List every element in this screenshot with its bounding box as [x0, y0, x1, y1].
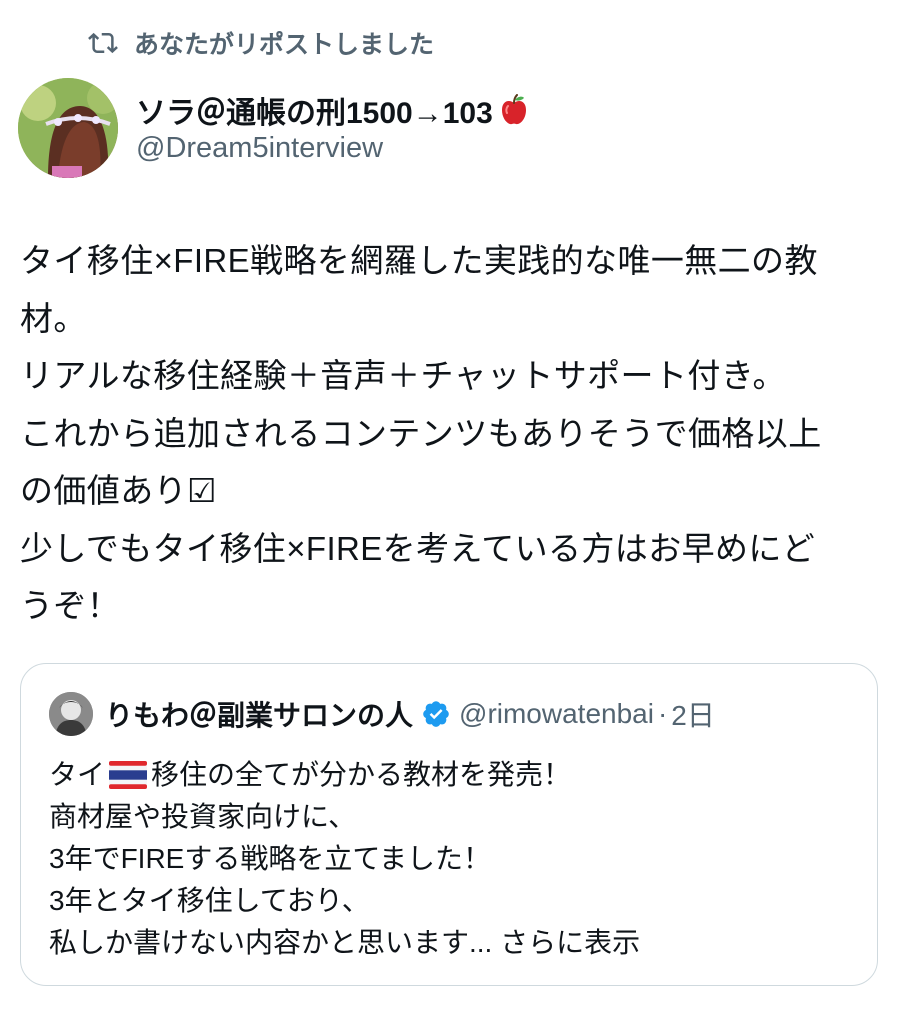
- repost-icon: [88, 28, 118, 58]
- quoted-line: 商材屋や投資家向けに、: [49, 801, 357, 832]
- tweet-line: うぞ！: [20, 587, 121, 624]
- quoted-handle[interactable]: @rimowatenbai: [459, 698, 654, 730]
- apple-icon: [499, 94, 529, 126]
- user-avatar[interactable]: [18, 78, 118, 178]
- tweet-line: 材。: [20, 299, 87, 337]
- tweet-line: の価値あり☑: [20, 472, 217, 509]
- quoted-tweet-header: りもわ＠副業サロンの人 @rimowatenbai · 2日: [105, 694, 715, 734]
- tweet-line: リアルな移住経験＋音声＋チャットサポート付き。: [20, 357, 786, 394]
- quoted-user-avatar[interactable]: [49, 692, 93, 736]
- quoted-tweet-card[interactable]: りもわ＠副業サロンの人 @rimowatenbai · 2日 タイ 移住の全てが…: [20, 663, 878, 986]
- quoted-display-name[interactable]: りもわ＠副業サロンの人: [105, 694, 413, 734]
- show-more-link[interactable]: さらに表示: [500, 927, 640, 958]
- thailand-flag-icon: [109, 761, 148, 789]
- author-handle[interactable]: @Dream5interview: [136, 132, 383, 165]
- quoted-line-start: タイ: [49, 759, 106, 790]
- quoted-timestamp[interactable]: 2日: [671, 694, 715, 734]
- quoted-last-line: 私しか書けない内容かと思います...: [49, 927, 493, 958]
- quoted-line: 私しか書けない内容かと思います... さらに表示: [49, 922, 640, 964]
- quoted-line: タイ 移住の全てが分かる教材を発売！: [49, 754, 640, 796]
- repost-indicator: あなたがリポストしました: [88, 26, 434, 60]
- repost-label: あなたがリポストしました: [134, 31, 435, 59]
- separator-dot: ·: [657, 698, 668, 729]
- quoted-line-end: 移住の全てが分かる教材を発売！: [151, 759, 572, 790]
- author-display-name[interactable]: ソラ＠通帳の刑1500→103: [136, 88, 529, 132]
- tweet-line: 少しでもタイ移住×FIREを考えている方はお早めにど: [20, 529, 816, 567]
- quoted-line: 3年とタイ移住しており、: [49, 885, 370, 916]
- tweet-text: タイ移住×FIRE戦略を網羅した実践的な唯一無二の教 材。 リアルな移住経験＋音…: [20, 232, 880, 635]
- author-name-text: ソラ＠通帳の刑1500→103: [136, 97, 493, 130]
- tweet-line: タイ移住×FIRE戦略を網羅した実践的な唯一無二の教: [20, 242, 818, 279]
- quoted-line: 3年でFIREする戦略を立てました！: [49, 843, 491, 874]
- tweet-line: これから追加されるコンテンツもありそうで価格以上: [20, 414, 822, 452]
- quoted-tweet-text: タイ 移住の全てが分かる教材を発売！ 商材屋や投資家向けに、 3年でFIREする…: [49, 754, 640, 964]
- verified-badge-icon: [421, 699, 451, 729]
